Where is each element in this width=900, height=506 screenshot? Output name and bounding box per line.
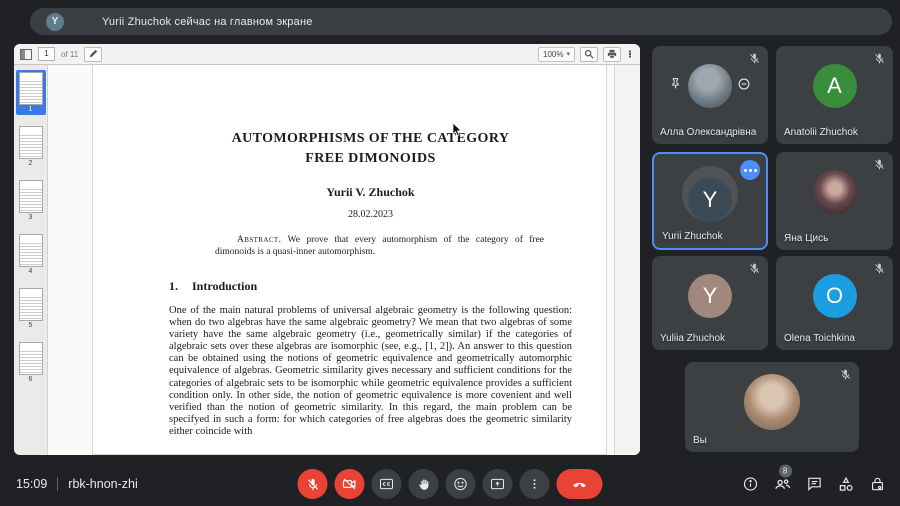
- thumbnail-image: [19, 180, 43, 213]
- participant-name: Olena Toichkina: [784, 333, 855, 344]
- participant-name: Алла Олександрівна: [660, 127, 756, 138]
- self-name-label: Вы: [693, 435, 707, 446]
- end-call-button[interactable]: [557, 469, 603, 499]
- participant-name: Yuliia Zhuchok: [660, 333, 725, 344]
- pdf-main-view: AUTOMORPHISMS OF THE CATEGORY FREE DIMON…: [48, 65, 640, 455]
- thumbnail-image: [19, 234, 43, 267]
- thumbnail-page-number: 3: [29, 214, 33, 222]
- page-thumbnail[interactable]: 3: [16, 178, 46, 223]
- pdf-thumbnail-sidebar: 1 2 3 4 5: [14, 65, 48, 455]
- zoom-select[interactable]: 100%▾: [538, 47, 575, 62]
- avatar: [688, 64, 732, 108]
- present-screen-button[interactable]: [483, 469, 513, 499]
- section-heading: 1.Introduction: [169, 279, 572, 294]
- three-dots-menu-icon[interactable]: [740, 160, 760, 180]
- print-icon[interactable]: [603, 47, 621, 62]
- thumbnail-image: [19, 72, 43, 105]
- page-thumbnail[interactable]: 5: [16, 286, 46, 331]
- camera-off-button[interactable]: [335, 469, 365, 499]
- more-options-button[interactable]: [520, 469, 550, 499]
- avatar: [744, 374, 800, 430]
- pdf-page: AUTOMORPHISMS OF THE CATEGORY FREE DIMON…: [92, 65, 607, 455]
- participant-tile[interactable]: O Olena Toichkina: [776, 256, 893, 350]
- thumbnail-page-number: 1: [29, 106, 33, 114]
- paper-abstract: Abstract. We prove that every automorphi…: [215, 234, 544, 258]
- page-thumbnail[interactable]: 1: [16, 70, 46, 115]
- search-icon[interactable]: [580, 47, 598, 62]
- paper-author: Yurii V. Zhuchok: [169, 185, 572, 200]
- page-count-label: of 11: [61, 50, 78, 59]
- participant-tile[interactable]: Яна Цись: [776, 152, 893, 250]
- page-number-input[interactable]: 1: [38, 47, 55, 61]
- host-controls-icon[interactable]: [869, 476, 886, 493]
- participant-name: Яна Цись: [784, 233, 828, 244]
- participant-name: Anatolii Zhuchok: [784, 127, 858, 138]
- chevron-down-icon: ▾: [566, 50, 570, 58]
- mic-muted-icon: [873, 262, 886, 280]
- toolbar-overflow-icon[interactable]: [626, 50, 634, 58]
- page-thumbnail[interactable]: 6: [16, 340, 46, 385]
- chat-icon[interactable]: [806, 476, 823, 493]
- activities-icon[interactable]: [837, 475, 855, 493]
- mic-muted-icon: [748, 52, 761, 70]
- pdf-scrollbar[interactable]: [614, 65, 640, 455]
- mouse-cursor: [452, 122, 463, 137]
- paper-date: 28.02.2023: [169, 209, 572, 220]
- annotate-pen-icon[interactable]: [84, 47, 102, 62]
- thumbnail-image: [19, 288, 43, 321]
- thumbnail-image: [19, 342, 43, 375]
- mic-muted-icon: [873, 52, 886, 70]
- clock-time: 15:09: [16, 477, 47, 491]
- divider: [57, 477, 58, 491]
- thumbnail-page-number: 2: [29, 160, 33, 168]
- avatar: Y: [688, 178, 732, 222]
- screen-share-region: 1 of 11 100%▾: [14, 44, 640, 455]
- paper-paragraph: One of the main natural problems of univ…: [169, 305, 572, 438]
- avatar: Y: [46, 13, 64, 31]
- pdf-toolbar: 1 of 11 100%▾: [14, 44, 640, 65]
- thumbnail-page-number: 6: [29, 376, 33, 384]
- page-thumbnail[interactable]: 2: [16, 124, 46, 169]
- pin-icon[interactable]: [669, 77, 682, 95]
- participant-count-badge: 8: [779, 465, 792, 478]
- presenting-banner-text: Yurii Zhuchok сейчас на главном экране: [102, 16, 313, 28]
- meet-window: Y Yurii Zhuchok сейчас на главном экране…: [0, 0, 900, 506]
- mic-off-button[interactable]: [298, 469, 328, 499]
- mic-muted-icon: [748, 262, 761, 280]
- avatar: O: [813, 274, 857, 318]
- thumbnail-page-number: 4: [29, 268, 33, 276]
- info-icon[interactable]: [742, 476, 759, 493]
- bottom-bar: 15:09 rbk-hnon-zhi: [0, 462, 900, 506]
- reactions-button[interactable]: [446, 469, 476, 499]
- presenting-banner: Y Yurii Zhuchok сейчас на главном экране: [30, 8, 892, 35]
- page-thumbnail[interactable]: 4: [16, 232, 46, 277]
- avatar: [813, 170, 857, 214]
- participant-tile[interactable]: A Anatolii Zhuchok: [776, 46, 893, 144]
- thumbnail-page-number: 5: [29, 322, 33, 330]
- self-view-tile[interactable]: Вы: [685, 362, 859, 452]
- participant-name: Yurii Zhuchok: [662, 231, 723, 242]
- thumbnail-image: [19, 126, 43, 159]
- mic-muted-icon: [873, 158, 886, 176]
- meeting-code: rbk-hnon-zhi: [68, 477, 137, 491]
- avatar: Y: [688, 274, 732, 318]
- remove-from-call-icon[interactable]: [737, 77, 751, 96]
- paper-title: AUTOMORPHISMS OF THE CATEGORY FREE DIMON…: [169, 129, 572, 169]
- avatar: A: [813, 64, 857, 108]
- captions-button[interactable]: [372, 469, 402, 499]
- participant-tile[interactable]: Алла Олександрівна: [652, 46, 768, 144]
- participant-tile[interactable]: Y Yuliia Zhuchok: [652, 256, 768, 350]
- raise-hand-button[interactable]: [409, 469, 439, 499]
- participant-tile-active-speaker[interactable]: Y Yurii Zhuchok: [652, 152, 768, 250]
- mic-muted-icon: [839, 368, 852, 386]
- people-icon[interactable]: 8: [773, 475, 792, 494]
- sidebar-toggle-icon[interactable]: [20, 49, 32, 60]
